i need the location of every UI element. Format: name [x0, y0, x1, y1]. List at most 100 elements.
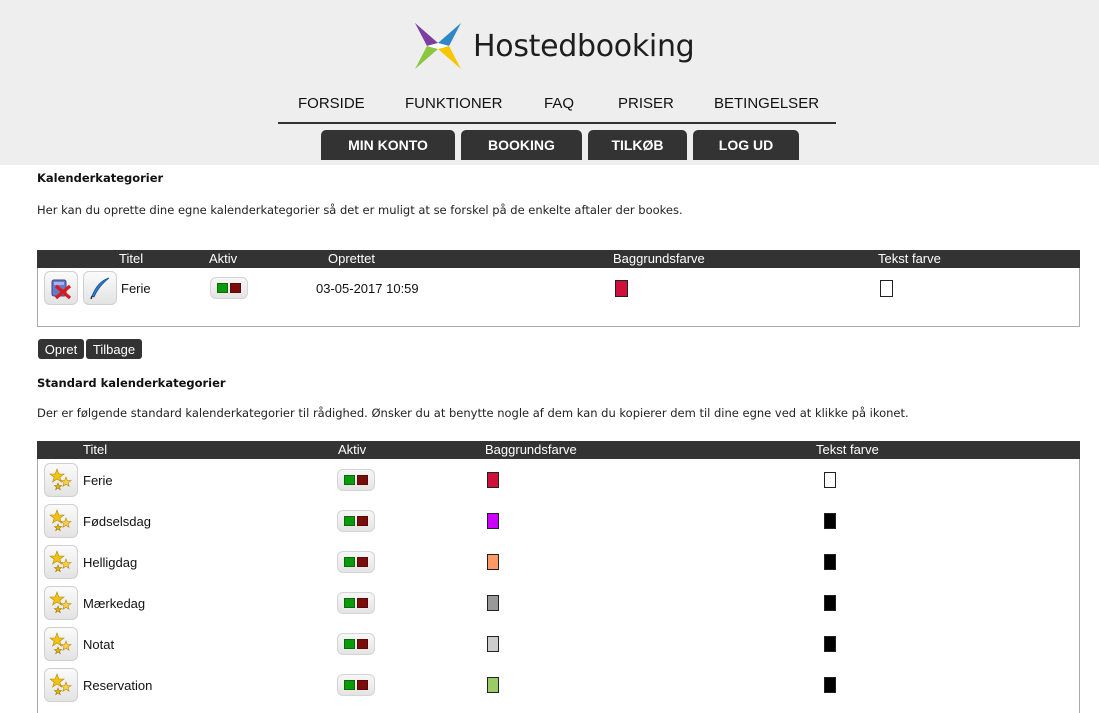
back-button[interactable]: Tilbage: [86, 339, 142, 359]
active-off-indicator: [357, 557, 368, 567]
magic-star-icon: [49, 509, 72, 532]
create-button[interactable]: Opret: [38, 339, 84, 359]
background-color-swatch: [487, 636, 499, 652]
hostedbooking-logo-icon: [415, 23, 461, 69]
magic-star-icon: [49, 550, 72, 573]
column-header-oprettet: Oprettet: [328, 251, 375, 266]
table-row: Reservation: [37, 667, 1080, 703]
delete-button[interactable]: [44, 271, 78, 305]
background-color-swatch: [487, 472, 499, 488]
table-row: Ferie 03-05-2017 10:59: [37, 270, 1080, 306]
copy-category-button[interactable]: [44, 545, 78, 579]
categories-table: Titel Aktiv Oprettet Baggrundsfarve Teks…: [37, 250, 1080, 305]
column-header-titel: Titel: [83, 442, 108, 457]
active-off-indicator: [357, 598, 368, 608]
table-row: Mærkedag: [37, 585, 1080, 621]
quill-pen-icon: [90, 277, 110, 300]
text-color-swatch: [824, 554, 836, 570]
site-header: Hostedbooking FORSIDE FUNKTIONER FAQ PRI…: [0, 0, 1099, 165]
text-color-swatch: [824, 513, 836, 529]
background-color-swatch: [615, 279, 628, 297]
copy-category-button[interactable]: [44, 627, 78, 661]
booking-button[interactable]: BOOKING: [461, 130, 582, 160]
active-toggle[interactable]: [210, 277, 248, 299]
section-title-standard-categories: Standard kalenderkategorier: [37, 376, 226, 390]
magic-star-icon: [49, 591, 72, 614]
category-title: Ferie: [121, 280, 151, 296]
standard-categories-table: Titel Aktiv Baggrundsfarve Tekst farve F…: [37, 441, 1080, 702]
nav-betingelser[interactable]: BETINGELSER: [714, 95, 819, 112]
magic-star-icon: [49, 673, 72, 696]
text-color-swatch: [824, 472, 836, 488]
active-on-indicator: [344, 598, 355, 608]
top-navigation: FORSIDE FUNKTIONER FAQ PRISER BETINGELSE…: [278, 88, 836, 124]
active-off-indicator: [357, 516, 368, 526]
category-title: Reservation: [83, 677, 153, 693]
tilkoeb-button[interactable]: TILKØB: [588, 130, 687, 160]
active-on-indicator: [344, 516, 355, 526]
nav-faq[interactable]: FAQ: [544, 95, 574, 112]
nav-forside[interactable]: FORSIDE: [298, 95, 365, 112]
magic-star-icon: [49, 468, 72, 491]
copy-category-button[interactable]: [44, 504, 78, 538]
section-title-categories: Kalenderkategorier: [37, 171, 164, 185]
table-row: Fødselsdag: [37, 503, 1080, 539]
active-toggle[interactable]: [337, 469, 375, 491]
category-title: Helligdag: [83, 554, 138, 570]
brand-name: Hostedbooking: [473, 28, 695, 64]
nav-priser[interactable]: PRISER: [618, 95, 674, 112]
text-color-swatch: [824, 677, 836, 693]
copy-category-button[interactable]: [44, 586, 78, 620]
brand-logo[interactable]: Hostedbooking: [413, 20, 695, 72]
active-toggle[interactable]: [337, 551, 375, 573]
background-color-swatch: [487, 513, 499, 529]
copy-category-button[interactable]: [44, 668, 78, 702]
active-on-indicator: [344, 557, 355, 567]
category-title: Fødselsdag: [83, 513, 151, 529]
column-header-aktiv: Aktiv: [338, 442, 367, 457]
column-header-aktiv: Aktiv: [209, 251, 238, 266]
text-color-swatch: [824, 595, 836, 611]
table-row: Notat: [37, 626, 1080, 662]
column-header-titel: Titel: [119, 251, 144, 266]
log-ud-button[interactable]: LOG UD: [693, 130, 799, 160]
section-description-categories: Her kan du oprette dine egne kalenderkat…: [37, 203, 683, 217]
active-on-indicator: [217, 283, 228, 293]
active-off-indicator: [357, 639, 368, 649]
magic-star-icon: [49, 632, 72, 655]
table-header: Titel Aktiv Baggrundsfarve Tekst farve: [37, 441, 1080, 459]
account-navigation: MIN KONTO BOOKING TILKØB LOG UD: [321, 130, 799, 160]
active-toggle[interactable]: [337, 510, 375, 532]
min-konto-button[interactable]: MIN KONTO: [321, 130, 455, 160]
background-color-swatch: [487, 677, 499, 693]
created-date: 03-05-2017 10:59: [316, 280, 419, 296]
active-toggle[interactable]: [337, 633, 375, 655]
column-header-tekst-farve: Tekst farve: [816, 442, 879, 457]
active-on-indicator: [344, 680, 355, 690]
background-color-swatch: [487, 595, 499, 611]
category-title: Notat: [83, 636, 115, 652]
edit-button[interactable]: [83, 271, 117, 305]
delete-icon: [51, 279, 72, 300]
nav-funktioner[interactable]: FUNKTIONER: [405, 95, 503, 112]
text-color-swatch: [824, 636, 836, 652]
active-toggle[interactable]: [337, 592, 375, 614]
table-row: Helligdag: [37, 544, 1080, 580]
table-header: Titel Aktiv Oprettet Baggrundsfarve Teks…: [37, 250, 1080, 268]
active-on-indicator: [344, 639, 355, 649]
background-color-swatch: [487, 554, 499, 570]
active-on-indicator: [344, 475, 355, 485]
column-header-baggrundsfarve: Baggrundsfarve: [613, 251, 705, 266]
active-off-indicator: [357, 680, 368, 690]
category-title: Ferie: [83, 472, 113, 488]
column-header-tekst-farve: Tekst farve: [878, 251, 941, 266]
category-title: Mærkedag: [83, 595, 146, 611]
column-header-baggrundsfarve: Baggrundsfarve: [485, 442, 577, 457]
active-toggle[interactable]: [337, 674, 375, 696]
active-off-indicator: [357, 475, 368, 485]
active-off-indicator: [230, 283, 241, 293]
section-description-standard-categories: Der er følgende standard kalenderkategor…: [37, 406, 909, 420]
text-color-swatch: [880, 279, 893, 297]
table-row: Ferie: [37, 462, 1080, 498]
copy-category-button[interactable]: [44, 463, 78, 497]
